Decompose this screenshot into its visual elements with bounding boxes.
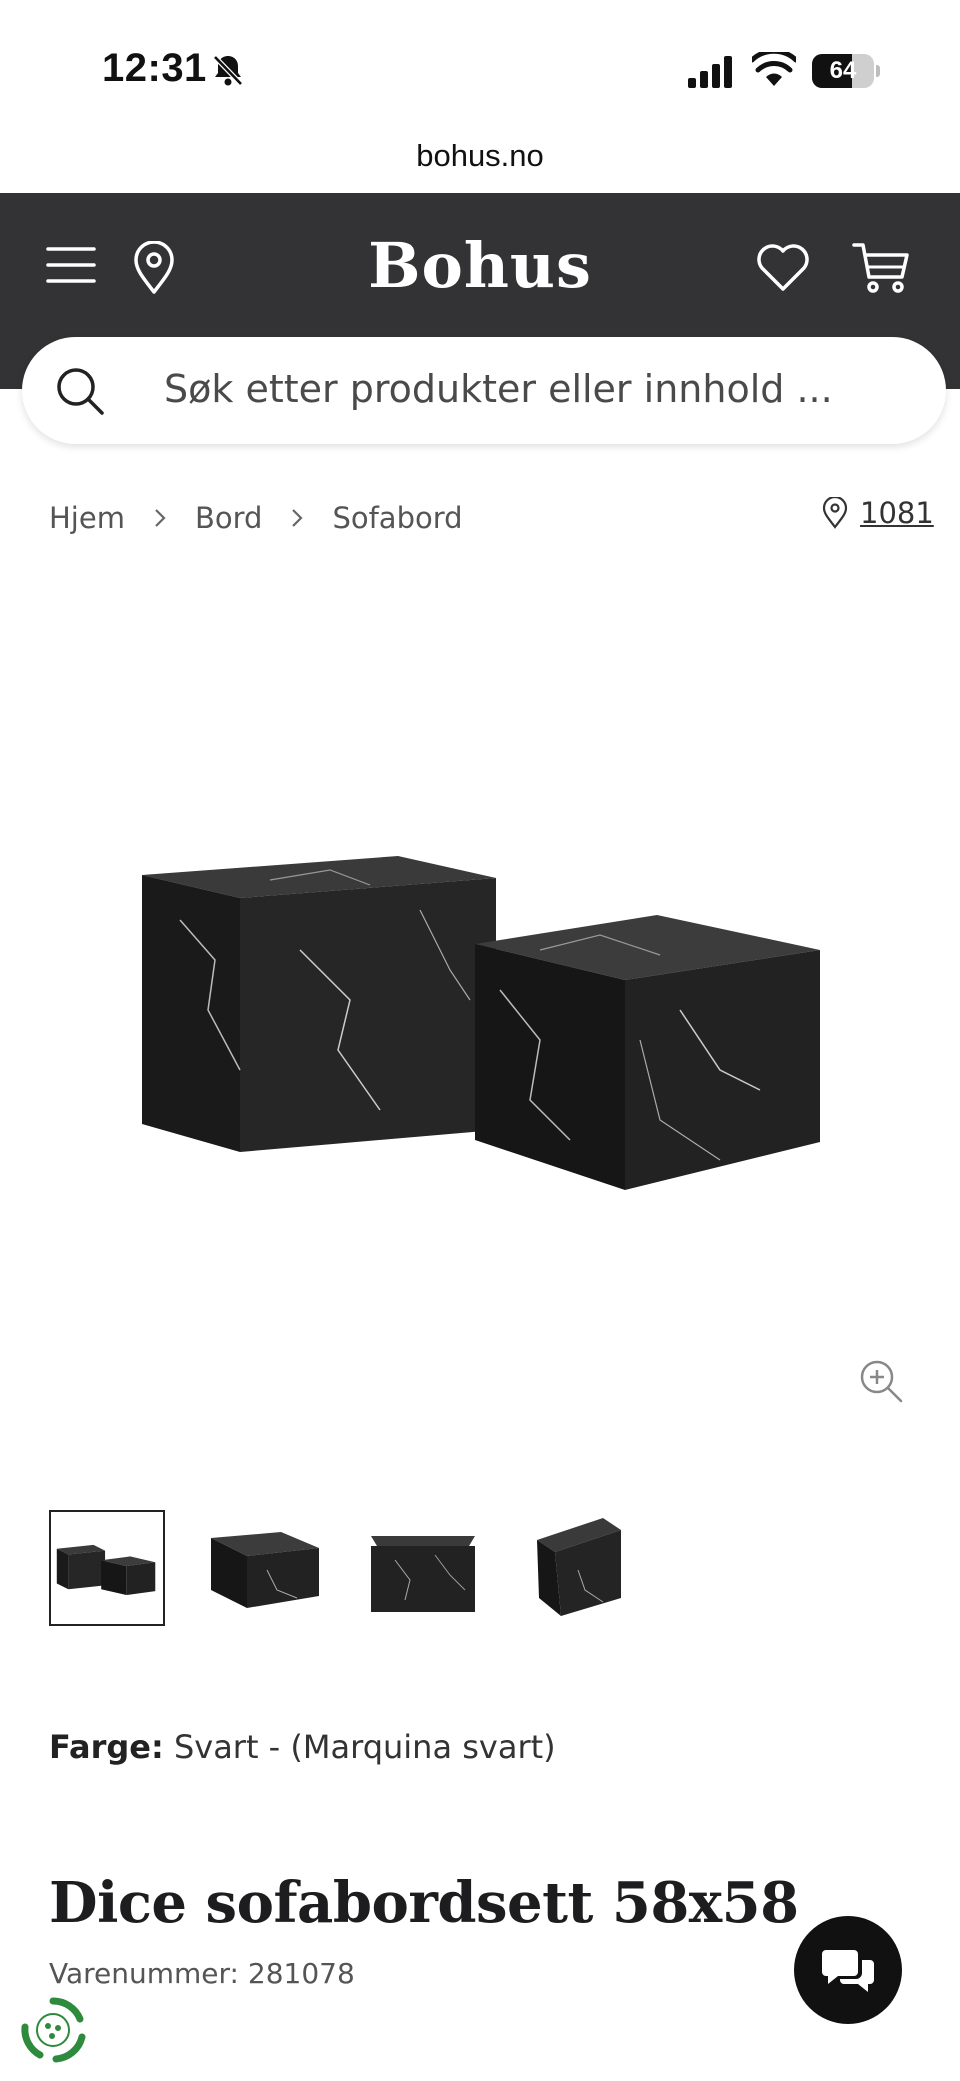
chat-button[interactable] bbox=[794, 1916, 902, 2024]
battery-indicator: 64 bbox=[812, 54, 880, 88]
search-bar[interactable] bbox=[22, 337, 946, 444]
thumbnail-4[interactable] bbox=[523, 1510, 639, 1626]
color-value: Svart - (Marquina svart) bbox=[173, 1728, 556, 1766]
breadcrumb-bord[interactable]: Bord bbox=[195, 501, 262, 535]
search-input[interactable] bbox=[164, 359, 884, 419]
cart-icon[interactable] bbox=[852, 241, 910, 295]
color-selection: Farge: Svart - (Marquina svart) bbox=[49, 1728, 556, 1766]
search-icon[interactable] bbox=[54, 365, 106, 417]
breadcrumb-sofabord[interactable]: Sofabord bbox=[332, 501, 462, 535]
chevron-right-icon bbox=[155, 509, 166, 527]
chat-bubbles-icon bbox=[822, 1950, 874, 1992]
thumbnail-1[interactable] bbox=[49, 1510, 165, 1626]
signal-icon bbox=[688, 56, 732, 88]
battery-level: 64 bbox=[829, 57, 857, 84]
chevron-right-icon bbox=[292, 509, 303, 527]
location-pin-icon bbox=[822, 497, 848, 529]
recycle-badge-icon[interactable] bbox=[18, 1995, 88, 2065]
browser-url[interactable]: bohus.no bbox=[0, 138, 960, 174]
store-selector[interactable]: 1081 bbox=[822, 496, 934, 530]
breadcrumb: Hjem Bord Sofabord bbox=[49, 498, 463, 538]
zoom-in-icon[interactable] bbox=[858, 1358, 904, 1404]
thumbnail-3[interactable] bbox=[365, 1510, 481, 1626]
store-code[interactable]: 1081 bbox=[860, 496, 934, 530]
product-title: Dice sofabordsett 58x58 bbox=[49, 1870, 799, 1936]
wifi-icon bbox=[752, 52, 796, 86]
bohus-logo[interactable]: Bohus bbox=[0, 229, 960, 302]
status-time: 12:31 bbox=[102, 46, 207, 90]
color-label: Farge: bbox=[49, 1728, 164, 1766]
heart-icon[interactable] bbox=[756, 243, 810, 293]
bell-slash-icon bbox=[213, 55, 243, 86]
product-image[interactable] bbox=[120, 840, 840, 1200]
thumbnail-2[interactable] bbox=[207, 1510, 323, 1626]
status-bar: 12:31 64 bohus.no bbox=[0, 0, 960, 173]
breadcrumb-home[interactable]: Hjem bbox=[49, 501, 125, 535]
product-sku: Varenummer: 281078 bbox=[49, 1957, 355, 1990]
